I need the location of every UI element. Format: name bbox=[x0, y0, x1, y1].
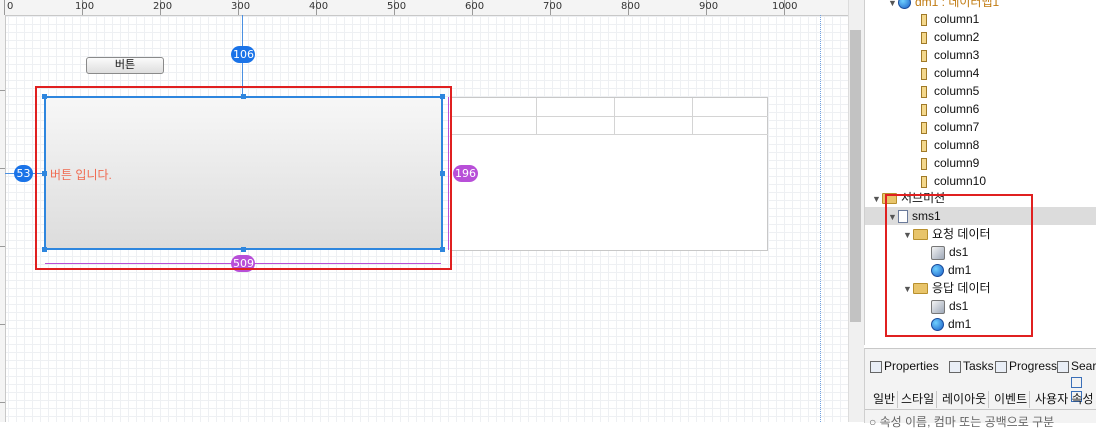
tree-item-column[interactable]: column2 bbox=[921, 28, 979, 46]
ruler-tick bbox=[0, 168, 5, 169]
scrollbar-thumb[interactable] bbox=[850, 30, 861, 322]
ruler-tick bbox=[0, 90, 5, 91]
top-offset-badge: 106 bbox=[231, 46, 255, 63]
tree-item-label: column8 bbox=[934, 138, 980, 152]
column-icon bbox=[921, 31, 927, 44]
chevron-down-icon[interactable]: ▼ bbox=[888, 0, 898, 12]
tree-item-label: dm1 : 데이터맵1 bbox=[915, 0, 1000, 9]
column-icon bbox=[921, 175, 927, 188]
outline-highlight-box bbox=[885, 194, 1033, 337]
tree-item-label: column7 bbox=[934, 120, 980, 134]
tree-item-column[interactable]: column1 bbox=[921, 10, 979, 28]
height-badge: 196 bbox=[453, 165, 478, 182]
search-placeholder: 속성 이름, 컴마 또는 공백으로 구분 bbox=[879, 415, 1055, 429]
column-icon bbox=[921, 139, 927, 152]
ruler-label: 400 bbox=[309, 1, 329, 12]
tasks-icon bbox=[949, 360, 961, 373]
datamap-icon bbox=[898, 0, 911, 10]
tab-search[interactable]: Search bbox=[1057, 356, 1096, 376]
tab-label: Properties bbox=[884, 359, 939, 373]
tree-item-label: column4 bbox=[934, 66, 980, 80]
ruler-tick bbox=[4, 0, 5, 15]
tab-progress[interactable]: Progress bbox=[995, 356, 1057, 376]
ruler-label: 100 bbox=[75, 1, 95, 12]
tree-item-column[interactable]: column6 bbox=[921, 100, 979, 118]
design-canvas[interactable]: 0 100 200 300 400 500 600 700 800 900 10… bbox=[0, 0, 848, 422]
column-icon bbox=[921, 85, 927, 98]
panel-tab-bar: Properties Tasks Progress Search bbox=[865, 356, 1096, 376]
ruler-label: 500 bbox=[387, 1, 407, 12]
tree-item-column[interactable]: column9 bbox=[921, 154, 979, 172]
ruler-label: 300 bbox=[231, 1, 251, 12]
grid-row-divider bbox=[452, 134, 768, 135]
ruler-tick bbox=[0, 246, 5, 247]
prop-tab-style[interactable]: 스타일 bbox=[899, 391, 938, 408]
chevron-down-icon[interactable]: ▼ bbox=[872, 190, 882, 208]
column-icon bbox=[921, 13, 927, 26]
tree-item-label: column10 bbox=[934, 174, 987, 188]
ruler-label: 600 bbox=[465, 1, 485, 12]
ruler-label: 1000 bbox=[772, 1, 798, 12]
ruler-label: 0 bbox=[7, 1, 14, 12]
grid-row-divider bbox=[452, 116, 768, 117]
export-icon[interactable] bbox=[1071, 377, 1082, 388]
panel-toolbar bbox=[1069, 377, 1093, 402]
search-icon: ○ bbox=[869, 415, 877, 429]
ruler-label: 800 bbox=[621, 1, 641, 12]
tree-item-column[interactable]: column3 bbox=[921, 46, 979, 64]
tree-item-column[interactable]: column8 bbox=[921, 136, 979, 154]
properties-panel: Properties Tasks Progress Search 일반 스타일 … bbox=[864, 348, 1096, 429]
tab-properties[interactable]: Properties bbox=[870, 356, 939, 376]
tab-label: Progress bbox=[1009, 359, 1058, 373]
tree-item-column[interactable]: column10 bbox=[921, 172, 986, 190]
properties-icon bbox=[870, 360, 882, 373]
ruler-label: 200 bbox=[153, 1, 173, 12]
tab-tasks[interactable]: Tasks bbox=[949, 356, 994, 376]
ruler-tick bbox=[0, 324, 5, 325]
tree-item-column[interactable]: column5 bbox=[921, 82, 979, 100]
column-icon bbox=[921, 67, 927, 80]
tree-item-label: column5 bbox=[934, 84, 980, 98]
search-icon bbox=[1057, 360, 1069, 373]
tree-item-label: column2 bbox=[934, 30, 980, 44]
tree-item-label: column6 bbox=[934, 102, 980, 116]
canvas-button-widget[interactable]: 버튼 bbox=[86, 57, 164, 74]
prop-tab-user-attr[interactable]: 사용자 속성 bbox=[1033, 391, 1096, 408]
progress-icon bbox=[995, 360, 1007, 373]
tree-item-label: column1 bbox=[934, 12, 980, 26]
prop-tab-general[interactable]: 일반 bbox=[871, 391, 899, 408]
column-icon bbox=[921, 121, 927, 134]
horizontal-ruler: 0 100 200 300 400 500 600 700 800 900 10… bbox=[0, 0, 848, 16]
column-icon bbox=[921, 49, 927, 62]
grid-widget[interactable] bbox=[451, 97, 768, 251]
ruler-tick bbox=[0, 402, 5, 403]
tree-item-label: column3 bbox=[934, 48, 980, 62]
highlight-box bbox=[35, 86, 452, 270]
tab-label: Tasks bbox=[963, 359, 994, 373]
ruler-label: 700 bbox=[543, 1, 563, 12]
left-offset-badge: 53 bbox=[14, 165, 33, 182]
prop-tab-event[interactable]: 이벤트 bbox=[992, 391, 1031, 408]
tree-item-label: column9 bbox=[934, 156, 980, 170]
vertical-ruler bbox=[0, 15, 6, 422]
column-icon bbox=[921, 103, 927, 116]
property-category-tabs: 일반 스타일 레이아웃 이벤트 사용자 속성 bbox=[865, 391, 1096, 410]
prop-tab-layout[interactable]: 레이아웃 bbox=[940, 391, 990, 408]
tab-label: Search bbox=[1071, 359, 1096, 373]
tree-item-column[interactable]: column4 bbox=[921, 64, 979, 82]
column-icon bbox=[921, 157, 927, 170]
ruler-label: 900 bbox=[699, 1, 719, 12]
tree-item-column[interactable]: column7 bbox=[921, 118, 979, 136]
page-boundary-guide bbox=[820, 15, 821, 422]
